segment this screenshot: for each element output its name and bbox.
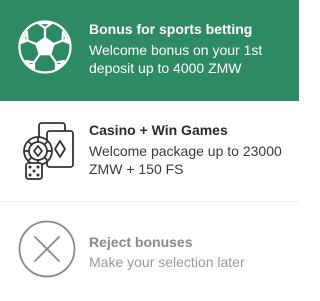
casino-bonus-title: Casino + Win Games [89, 122, 228, 138]
casino-bonus-description: Welcome package up to 23000 ZMW + 150 FS [89, 143, 282, 177]
sports-bonus-option[interactable]: Bonus for sports betting Welcome bonus o… [0, 0, 299, 101]
casino-bonus-option[interactable]: Casino + Win Games Welcome package up to… [0, 101, 299, 201]
casino-cards-chip-dice-icon [20, 121, 76, 186]
sports-bonus-description: Welcome bonus on your 1st deposit up to … [89, 42, 263, 76]
reject-bonuses-description: Make your selection later [89, 254, 245, 270]
bonus-selection-panel: Bonus for sports betting Welcome bonus o… [0, 0, 299, 301]
reject-bonuses-title: Reject bonuses [89, 234, 193, 250]
sports-bonus-title: Bonus for sports betting [89, 21, 253, 37]
soccer-ball-icon [18, 20, 72, 79]
close-circle-icon [18, 220, 76, 283]
reject-bonuses-option[interactable]: Reject bonuses Make your selection later [0, 201, 299, 301]
